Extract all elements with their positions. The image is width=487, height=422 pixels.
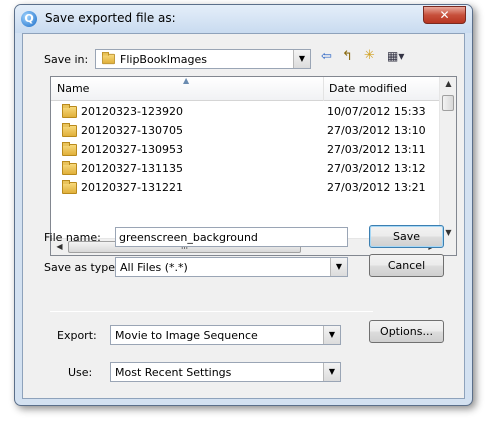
chevron-down-icon[interactable]: ▼ bbox=[330, 258, 347, 276]
back-icon[interactable]: ⇦ bbox=[321, 49, 332, 64]
up-folder-icon[interactable]: ↰ bbox=[342, 49, 353, 64]
list-item[interactable]: 20120327-131221 27/03/2012 13:21 bbox=[51, 179, 440, 198]
save-as-type-dropdown[interactable]: All Files (*.*) ▼ bbox=[115, 257, 348, 277]
export-value: Movie to Image Sequence bbox=[115, 329, 258, 342]
save-in-dropdown[interactable]: FlipBookImages ▼ bbox=[95, 49, 311, 69]
save-as-type-label: Save as type: bbox=[44, 261, 119, 274]
file-name: 20120327-131135 bbox=[81, 162, 183, 175]
folder-icon bbox=[62, 123, 77, 137]
folder-icon bbox=[62, 104, 77, 118]
folder-icon bbox=[62, 180, 77, 194]
cancel-button[interactable]: Cancel bbox=[369, 254, 444, 277]
folder-icon bbox=[62, 142, 77, 156]
new-folder-icon[interactable]: ✳ bbox=[364, 48, 375, 63]
file-name-label: File name: bbox=[44, 231, 101, 244]
column-separator[interactable] bbox=[323, 77, 324, 101]
file-name: 20120327-131221 bbox=[81, 181, 183, 194]
save-as-type-value: All Files (*.*) bbox=[120, 261, 188, 274]
save-dialog-window: Q Save exported file as: ✕ Save in: Flip… bbox=[14, 4, 473, 406]
close-button[interactable]: ✕ bbox=[423, 6, 466, 24]
file-date: 27/03/2012 13:21 bbox=[327, 181, 426, 194]
view-menu-icon[interactable]: ▦▾ bbox=[387, 49, 404, 63]
vertical-scroll-thumb[interactable] bbox=[442, 95, 454, 111]
list-header: Name ▲ Date modified bbox=[51, 76, 440, 101]
file-name-field[interactable] bbox=[115, 227, 348, 247]
list-item[interactable]: 20120327-131135 27/03/2012 13:12 bbox=[51, 160, 440, 179]
use-dropdown[interactable]: Most Recent Settings ▼ bbox=[110, 362, 341, 382]
use-label: Use: bbox=[68, 366, 93, 379]
folder-icon bbox=[62, 161, 77, 175]
use-value: Most Recent Settings bbox=[115, 366, 232, 379]
list-item[interactable]: 20120323-123920 10/07/2012 15:33 bbox=[51, 103, 440, 122]
window-title: Save exported file as: bbox=[45, 11, 176, 25]
save-in-value: FlipBookImages bbox=[120, 53, 207, 66]
file-name-input[interactable] bbox=[119, 230, 339, 244]
file-name: 20120327-130705 bbox=[81, 124, 183, 137]
column-header-date[interactable]: Date modified bbox=[329, 82, 407, 95]
file-date: 27/03/2012 13:11 bbox=[327, 143, 426, 156]
save-button[interactable]: Save bbox=[369, 225, 444, 248]
chevron-down-icon[interactable]: ▼ bbox=[323, 363, 340, 381]
export-label: Export: bbox=[57, 329, 97, 342]
quicktime-app-icon: Q bbox=[21, 11, 37, 27]
sort-ascending-icon: ▲ bbox=[183, 76, 190, 85]
folder-icon bbox=[102, 52, 115, 65]
file-date: 10/07/2012 15:33 bbox=[327, 105, 426, 118]
list-item[interactable]: 20120327-130705 27/03/2012 13:10 bbox=[51, 122, 440, 141]
file-name: 20120323-123920 bbox=[81, 105, 183, 118]
chevron-down-icon[interactable]: ▼ bbox=[323, 326, 340, 344]
title-bar[interactable]: Q Save exported file as: ✕ bbox=[15, 5, 472, 33]
scroll-up-icon[interactable]: ▲ bbox=[440, 79, 457, 88]
file-name: 20120327-130953 bbox=[81, 143, 183, 156]
file-date: 27/03/2012 13:10 bbox=[327, 124, 426, 137]
separator-line bbox=[50, 311, 373, 312]
list-item[interactable]: 20120327-130953 27/03/2012 13:11 bbox=[51, 141, 440, 160]
export-dropdown[interactable]: Movie to Image Sequence ▼ bbox=[110, 325, 341, 345]
chevron-down-icon[interactable]: ▼ bbox=[293, 50, 310, 68]
file-date: 27/03/2012 13:12 bbox=[327, 162, 426, 175]
options-button[interactable]: Options... bbox=[369, 320, 444, 343]
dialog-body: Save in: FlipBookImages ▼ ⇦ ↰ ✳ ▦▾ Name … bbox=[22, 33, 465, 399]
column-header-name[interactable]: Name bbox=[57, 82, 89, 95]
vertical-scrollbar[interactable]: ▲ ▼ bbox=[439, 77, 456, 239]
save-in-label: Save in: bbox=[44, 53, 89, 66]
